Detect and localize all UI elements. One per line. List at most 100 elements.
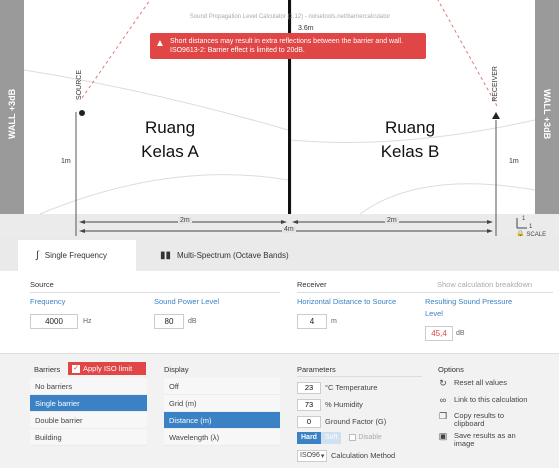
warning-line: ISO9613-2: Barrier effect is limited to … [170,47,305,54]
tab-bar: ∫ Single Frequency ▮▮ Multi-Spectrum (Oc… [0,236,559,271]
source-section-title: Source [30,280,54,289]
barrier-option-none[interactable]: No barriers [30,378,147,395]
sound-power-label: Sound Power Level [154,297,220,306]
save-image-icon: ▣ [438,431,448,441]
result-label: Resulting Sound Pressure [425,297,513,306]
copy-results-button[interactable]: ❐ Copy results to clipboard [438,412,504,428]
display-title: Display [164,365,189,374]
barrier-height-label: 3.6m [298,25,314,32]
arrow-head [292,220,298,224]
receiver-section-title: Receiver [297,280,327,289]
tab-multi-spectrum[interactable]: ▮▮ Multi-Spectrum (Octave Bands) [142,240,342,271]
ground-type-row: Hard Soft Disable [297,431,382,444]
calculation-form: Source Frequency Hz Sound Power Level dB… [0,271,559,353]
temperature-row: °C Temperature [297,381,377,394]
result-unit: dB [456,330,465,337]
section-divider [297,376,422,377]
section-divider [297,292,553,293]
iso-label: Apply ISO limit [83,364,133,373]
frequency-label: Frequency [30,297,66,306]
source-label: SOURCE [76,70,83,100]
option-label-line: clipboard [454,419,485,428]
scale-top-value: 1 [522,216,526,222]
calculation-method-select[interactable]: ISO96 ▾ [297,449,327,462]
distance-right-label: 2m [385,217,399,224]
receiver-height-label: 1m [509,158,519,165]
barrier-option-double[interactable]: Double barrier [30,412,147,429]
soft-ground-button[interactable]: Soft [320,431,342,444]
display-option-wavelength[interactable]: Wavelength (λ) [164,429,280,446]
calculation-method-row: ISO96 ▾ Calculation Method [297,449,395,462]
propagation-arc [39,174,289,215]
display-option-distance[interactable]: Distance (m) [164,412,280,429]
display-option-grid[interactable]: Grid (m) [164,395,280,412]
distance-unit: m [331,318,337,325]
tab-label: Single Frequency [44,251,108,260]
checkbox-icon [349,434,357,441]
warning-banner: ▲ Short distances may result in extra re… [150,33,426,59]
disable-label: Disable [358,434,382,441]
distance-left-label: 2m [178,217,192,224]
sound-power-input[interactable] [154,314,184,329]
tab-single-frequency[interactable]: ∫ Single Frequency [18,240,136,271]
temperature-input[interactable] [297,381,321,394]
arrow-head [487,220,493,224]
option-label: Link to this calculation [454,395,528,404]
chevron-down-icon: ▾ [320,452,325,460]
link-calculation-button[interactable]: ∞ Link to this calculation [438,395,528,405]
humidity-label: % Humidity [325,400,363,409]
barrier-option-single[interactable]: Single barrier [30,395,147,412]
ground-factor-input[interactable] [297,415,321,428]
hard-ground-button[interactable]: Hard [297,431,321,444]
display-list: Off Grid (m) Distance (m) Wavelength (λ) [164,378,280,446]
disable-ground-checkbox[interactable]: Disable [349,434,382,441]
room-b-line: Kelas B [380,142,440,161]
distance-label: Horizontal Distance to Source [297,297,397,306]
frequency-input[interactable] [30,314,78,329]
temperature-label: °C Temperature [325,383,378,392]
save-image-button[interactable]: ▣ Save results as an image [438,432,516,448]
warning-icon: ▲ [155,38,165,49]
humidity-row: % Humidity [297,398,363,411]
room-b-label: Ruang Kelas B [365,116,455,164]
checkbox-icon: ✓ [72,364,80,373]
result-value: 45,4 [425,326,453,341]
section-divider [30,292,280,293]
receiver-label: RECEIVER [492,66,499,102]
humidity-input[interactable] [297,398,321,411]
dashed-ray-source [81,0,151,99]
warning-line: Short distances may result in extra refl… [170,38,404,45]
arrow-head [487,229,493,233]
barrier-list: No barriers Single barrier Double barrie… [30,378,147,446]
room-a-line: Kelas A [141,142,199,161]
bar-chart-icon: ▮▮ [160,250,172,261]
propagation-diagram: WALL +3dB WALL +3dB Sound Propagation Le… [0,0,559,238]
ground-type-toggle: Hard Soft [297,431,342,444]
parameters-title: Parameters [297,365,336,374]
source-marker[interactable] [79,110,85,116]
barrier-option-building[interactable]: Building [30,429,147,446]
ground-factor-label: Ground Factor (G) [325,417,387,426]
arrow-head [79,220,85,224]
distance-input[interactable] [297,314,327,329]
apply-iso-limit-toggle[interactable]: ✓ Apply ISO limit [68,362,146,375]
result-label-line-2: Level [425,309,443,318]
tab-label: Multi-Spectrum (Octave Bands) [177,251,289,260]
sound-power-unit: dB [188,318,197,325]
option-label: Save results as an image [454,432,516,448]
method-value: ISO96 [300,452,320,459]
reset-values-button[interactable]: ↻ Reset all values [438,379,507,388]
calculation-breakdown-link[interactable]: Show calculation breakdown [437,280,532,289]
settings-panel: Barriers ✓ Apply ISO limit No barriers S… [0,353,559,468]
frequency-unit: Hz [83,318,92,325]
copy-icon: ❐ [438,411,448,421]
app-title: Sound Propagation Level Calculator (1.12… [189,14,391,20]
calculation-method-label: Calculation Method [331,451,396,460]
distance-total-label: 4m [282,226,296,233]
barrier-calculator-app: WALL +3dB WALL +3dB Sound Propagation Le… [0,0,559,468]
link-icon: ∞ [439,395,447,405]
receiver-marker[interactable] [492,112,500,119]
room-a-line: Ruang [144,118,196,137]
display-option-off[interactable]: Off [164,378,280,395]
single-frequency-icon: ∫ [36,250,39,261]
